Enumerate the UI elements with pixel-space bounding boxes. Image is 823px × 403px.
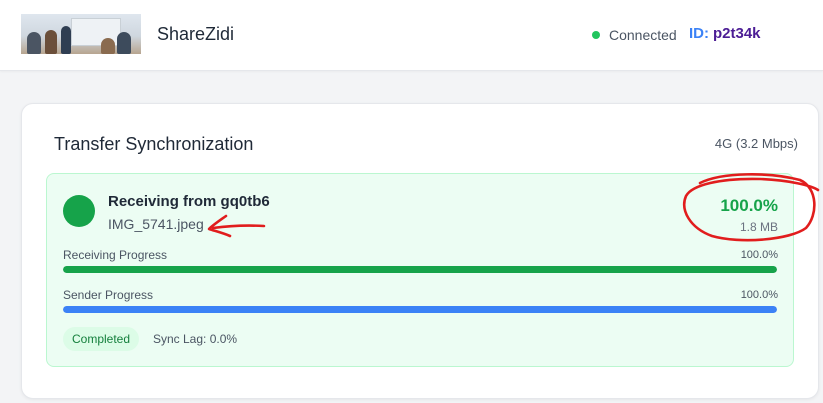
receiving-progress-bar — [63, 266, 777, 273]
sender-progress-fill — [63, 306, 777, 313]
receiving-progress-label: Receiving Progress — [63, 248, 168, 262]
peer-id-label: ID: — [689, 25, 709, 42]
transfer-item: Receiving from gq0tb6 IMG_5741.jpeg 100.… — [46, 173, 794, 367]
status-text: Connected — [609, 27, 677, 43]
transfer-card: Transfer Synchronization 4G (3.2 Mbps) R… — [21, 103, 819, 399]
sender-progress-label: Sender Progress — [63, 288, 154, 302]
app-header: ShareZidi Connected ID: p2t34k — [0, 0, 823, 71]
receiving-progress-fill — [63, 266, 777, 273]
peer-id-value: p2t34k — [713, 25, 761, 42]
status-badge: Completed — [63, 327, 140, 351]
peer-id: ID: p2t34k — [689, 25, 761, 42]
sender-progress-bar — [63, 306, 777, 313]
sender-progress-value: 100.0% — [740, 289, 778, 301]
transfer-percent: 100.0% — [720, 196, 778, 215]
header-photo — [21, 14, 141, 54]
card-title: Transfer Synchronization — [54, 134, 254, 154]
peer-avatar-icon — [63, 195, 95, 227]
transfer-title: Receiving from gq0tb6 — [108, 193, 270, 210]
sync-lag: Sync Lag: 0.0% — [153, 332, 238, 346]
connection-status: Connected — [592, 26, 677, 44]
status-dot-icon — [592, 31, 600, 39]
file-size: 1.8 MB — [739, 220, 778, 234]
network-speed: 4G (3.2 Mbps) — [714, 136, 798, 151]
app-name: ShareZidi — [157, 24, 235, 44]
receiving-progress-value: 100.0% — [740, 249, 778, 261]
file-name: IMG_5741.jpeg — [108, 216, 204, 232]
